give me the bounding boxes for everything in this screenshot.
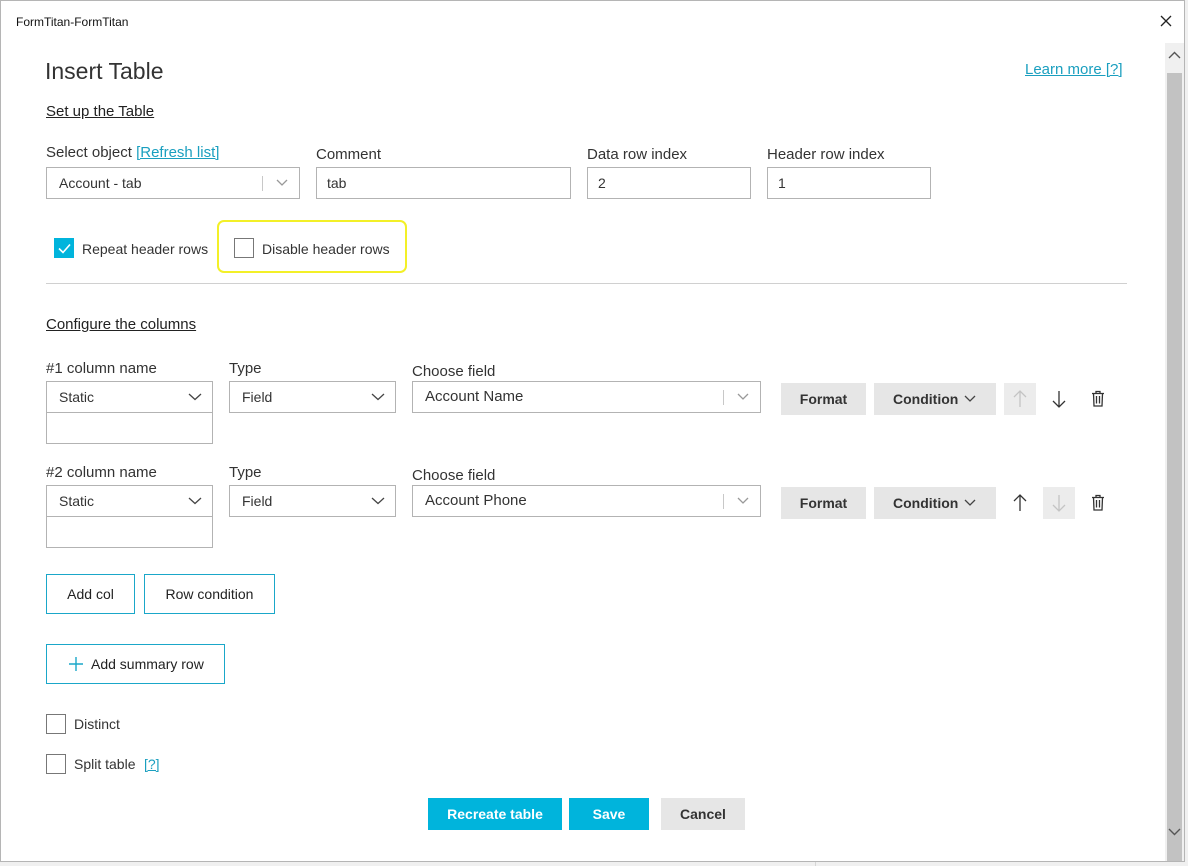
chevron-down-icon — [737, 497, 749, 504]
condition-button[interactable]: Condition — [874, 487, 996, 519]
setup-section-title[interactable]: Set up the Table — [46, 103, 154, 120]
column-name-input[interactable] — [46, 412, 213, 444]
column-name-mode-value: Static — [59, 389, 95, 405]
chevron-down-icon — [188, 393, 202, 401]
chevron-down-icon — [188, 497, 202, 505]
trash-icon — [1092, 494, 1104, 511]
choose-field-value: Account Phone — [425, 492, 527, 509]
chevron-down-icon — [964, 499, 976, 506]
move-down-button[interactable] — [1043, 487, 1075, 519]
vertical-scrollbar[interactable] — [1165, 43, 1184, 861]
delete-column-button[interactable] — [1082, 383, 1114, 415]
choose-field-value: Account Name — [425, 388, 524, 405]
condition-label: Condition — [893, 391, 959, 407]
column-name-mode-dropdown[interactable]: Static — [46, 381, 213, 413]
arrow-down-icon — [1052, 391, 1066, 408]
dropdown-separator — [262, 176, 263, 191]
select-object-dropdown[interactable]: Account - tab — [46, 167, 300, 199]
header-row-index-input[interactable]: 1 — [767, 167, 931, 199]
condition-button[interactable]: Condition — [874, 383, 996, 415]
title-bar: FormTitan-FormTitan — [1, 1, 1184, 43]
condition-label: Condition — [893, 495, 959, 511]
trash-icon — [1092, 390, 1104, 407]
type-dropdown[interactable]: Field — [229, 485, 396, 517]
data-row-index-label: Data row index — [587, 146, 688, 163]
arrow-up-icon — [1013, 494, 1027, 511]
window-title: FormTitan-FormTitan — [16, 15, 129, 29]
section-divider — [46, 283, 1127, 284]
split-table-checkbox[interactable] — [46, 754, 66, 774]
learn-more-link[interactable]: Learn more [?] — [1025, 61, 1123, 78]
move-down-button[interactable] — [1043, 383, 1075, 415]
comment-input[interactable]: tab — [316, 167, 571, 199]
move-up-button[interactable] — [1004, 383, 1036, 415]
chevron-down-icon — [276, 179, 288, 186]
cancel-button[interactable]: Cancel — [661, 798, 745, 830]
type-dropdown[interactable]: Field — [229, 381, 396, 413]
distinct-label: Distinct — [74, 716, 120, 732]
recreate-table-button[interactable]: Recreate table — [428, 798, 562, 830]
split-table-label: Split table — [74, 756, 136, 772]
select-object-label: Select object [Refresh list] — [46, 144, 219, 161]
disable-header-rows-label: Disable header rows — [262, 241, 390, 257]
header-row-index-label: Header row index — [767, 146, 885, 163]
checkmark-icon — [58, 243, 71, 254]
dropdown-separator — [723, 390, 724, 405]
format-button[interactable]: Format — [781, 383, 866, 415]
column-name-mode-value: Static — [59, 493, 95, 509]
choose-field-dropdown[interactable]: Account Name — [412, 381, 761, 413]
select-object-label-text: Select object — [46, 144, 132, 161]
select-object-value: Account - tab — [59, 175, 142, 191]
chevron-down-icon — [371, 497, 385, 505]
format-button[interactable]: Format — [781, 487, 866, 519]
column-name-label: #1 column name — [46, 360, 157, 377]
choose-field-label: Choose field — [412, 467, 496, 484]
disable-header-rows-checkbox[interactable] — [234, 238, 254, 258]
chevron-down-icon — [371, 393, 385, 401]
insert-table-dialog: FormTitan-FormTitan Insert Table Learn m… — [0, 0, 1185, 862]
split-table-help-link[interactable]: [?] — [144, 756, 160, 772]
columns-section-title[interactable]: Configure the columns — [46, 316, 196, 333]
plus-icon — [69, 657, 83, 671]
type-label: Type — [229, 464, 262, 481]
distinct-checkbox[interactable] — [46, 714, 66, 734]
scroll-up-icon[interactable] — [1168, 51, 1181, 59]
dropdown-separator — [723, 494, 724, 509]
repeat-header-rows-checkbox[interactable] — [54, 238, 74, 258]
add-col-button[interactable]: Add col — [46, 574, 135, 614]
close-button[interactable] — [1152, 9, 1180, 35]
add-summary-row-button[interactable]: Add summary row — [46, 644, 225, 684]
type-label: Type — [229, 360, 262, 377]
move-up-button[interactable] — [1004, 487, 1036, 519]
arrow-up-icon — [1013, 390, 1027, 407]
column-name-input[interactable] — [46, 516, 213, 548]
scrollbar-thumb[interactable] — [1167, 73, 1182, 861]
repeat-header-rows-label: Repeat header rows — [82, 241, 209, 257]
page-title: Insert Table — [45, 58, 164, 84]
row-condition-button[interactable]: Row condition — [144, 574, 275, 614]
choose-field-label: Choose field — [412, 363, 496, 380]
chevron-down-icon — [737, 393, 749, 400]
arrow-down-icon — [1052, 495, 1066, 512]
choose-field-dropdown[interactable]: Account Phone — [412, 485, 761, 517]
chevron-down-icon — [964, 395, 976, 402]
comment-label: Comment — [316, 146, 382, 163]
scroll-down-icon[interactable] — [1168, 828, 1181, 836]
add-summary-row-label: Add summary row — [91, 656, 204, 672]
column-name-mode-dropdown[interactable]: Static — [46, 485, 213, 517]
column-name-label: #2 column name — [46, 464, 157, 481]
close-icon — [1160, 15, 1172, 27]
background-divider — [815, 862, 816, 866]
delete-column-button[interactable] — [1082, 487, 1114, 519]
refresh-list-link[interactable]: [Refresh list] — [136, 144, 219, 161]
data-row-index-input[interactable]: 2 — [587, 167, 751, 199]
save-button[interactable]: Save — [569, 798, 649, 830]
type-value: Field — [242, 493, 273, 509]
type-value: Field — [242, 389, 273, 405]
